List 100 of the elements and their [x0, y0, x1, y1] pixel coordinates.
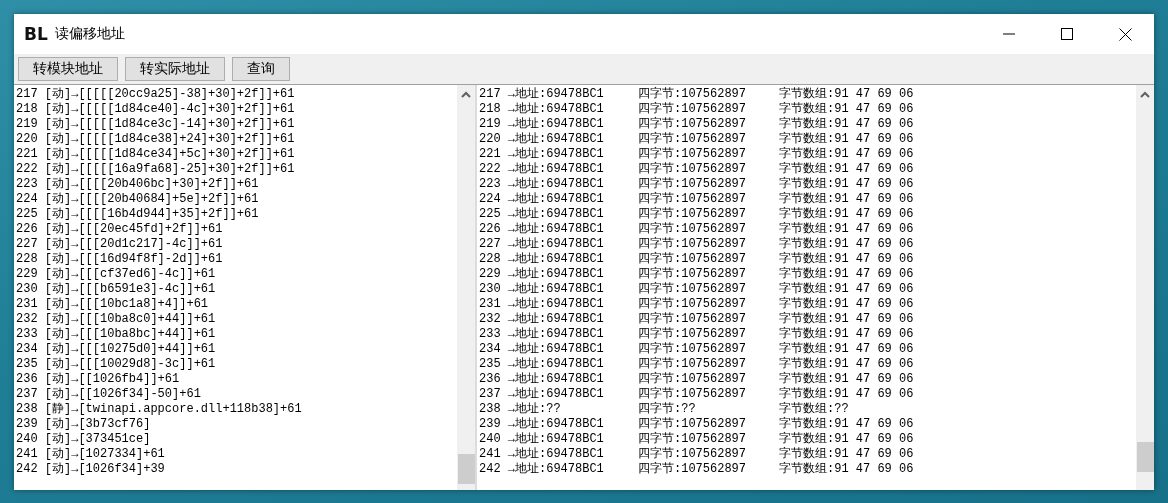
offset-row[interactable]: 235 [动]→[[[10029d8]-3c]]+61 — [16, 357, 457, 372]
dword-cell-text: 四字节:107562897 — [638, 222, 747, 237]
dword-cell-text: 四字节:107562897 — [638, 252, 747, 267]
offset-row[interactable]: 237 [动]→[[1026f34]-50]+61 — [16, 387, 457, 402]
scroll-thumb[interactable] — [1136, 442, 1154, 472]
byte-array-cell-text: 字节数组:91 47 69 06 — [779, 447, 915, 462]
offset-row[interactable]: 241 [动]→[1027334]+61 — [16, 447, 457, 462]
dword-cell-text: 四字节:107562897 — [638, 372, 747, 387]
address-cell-text: 222 →地址:69478BC1 — [479, 162, 605, 177]
dword-cell-text: 四字节:107562897 — [638, 207, 747, 222]
dword-cell-text: 四字节:107562897 — [638, 192, 747, 207]
offset-row[interactable]: 231 [动]→[[[10bc1a8]+4]]+61 — [16, 297, 457, 312]
byte-array-cell-text: 字节数组:91 47 69 06 — [779, 207, 915, 222]
offset-row[interactable]: 234 [动]→[[[10275d0]+44]]+61 — [16, 342, 457, 357]
offset-row[interactable]: 223 [动]→[[[[20b406bc]+30]+2f]]+61 — [16, 177, 457, 192]
address-cell-text: 234 →地址:69478BC1 — [479, 342, 605, 357]
offset-row[interactable]: 225 [动]→[[[[16b4d944]+35]+2f]]+61 — [16, 207, 457, 222]
address-cell-text: 230 →地址:69478BC1 — [479, 282, 605, 297]
address-cell-text: 218 →地址:69478BC1 — [479, 102, 605, 117]
byte-array-cell-text: 字节数组:91 47 69 06 — [779, 327, 915, 342]
dword-cell-text: 四字节:?? — [638, 402, 697, 417]
minimize-icon — [1003, 33, 1015, 35]
address-cell-text: 233 →地址:69478BC1 — [479, 327, 605, 342]
dword-cell-text: 四字节:107562897 — [638, 102, 747, 117]
offset-row[interactable]: 221 [动]→[[[[[1d84ce34]+5c]+30]+2f]]+61 — [16, 147, 457, 162]
address-cell-text: 219 →地址:69478BC1 — [479, 117, 605, 132]
byte-array-cell-text: 字节数组:91 47 69 06 — [779, 177, 915, 192]
address-cell-text: 229 →地址:69478BC1 — [479, 267, 605, 282]
address-cell-text: 220 →地址:69478BC1 — [479, 132, 605, 147]
byte-array-cell-text: 字节数组:91 47 69 06 — [779, 312, 915, 327]
offset-row[interactable]: 238 [静]→[twinapi.appcore.dll+118b38]+61 — [16, 402, 457, 417]
address-cell-text: 240 →地址:69478BC1 — [479, 432, 605, 447]
maximize-icon — [1061, 28, 1073, 40]
byte-array-cell-text: 字节数组:91 47 69 06 — [779, 117, 915, 132]
scrollbar[interactable] — [457, 85, 475, 490]
dword-cell-text: 四字节:107562897 — [638, 132, 747, 147]
app-logo: BL — [24, 24, 48, 44]
dword-cell-text: 四字节:107562897 — [638, 237, 747, 252]
toolbar-button[interactable]: 转实际地址 — [125, 57, 225, 81]
offset-row[interactable]: 222 [动]→[[[[[16a9fa68]-25]+30]+2f]]+61 — [16, 162, 457, 177]
dword-cell-text: 四字节:107562897 — [638, 447, 747, 462]
offset-row[interactable]: 240 [动]→[373451ce] — [16, 432, 457, 447]
address-cell-text: 225 →地址:69478BC1 — [479, 207, 605, 222]
offset-row[interactable]: 230 [动]→[[[b6591e3]-4c]]+61 — [16, 282, 457, 297]
offset-row[interactable]: 219 [动]→[[[[[1d84ce3c]-14]+30]+2f]]+61 — [16, 117, 457, 132]
offset-row[interactable]: 218 [动]→[[[[[1d84ce40]-4c]+30]+2f]]+61 — [16, 102, 457, 117]
address-cell-text: 231 →地址:69478BC1 — [479, 297, 605, 312]
byte-array-cell-text: 字节数组:91 47 69 06 — [779, 87, 915, 102]
offset-row[interactable]: 227 [动]→[[[20d1c217]-4c]]+61 — [16, 237, 457, 252]
toolbar-button[interactable]: 转模块地址 — [18, 57, 118, 81]
dword-cell-text: 四字节:107562897 — [638, 432, 747, 447]
address-cell-text: 227 →地址:69478BC1 — [479, 237, 605, 252]
dword-cell-text: 四字节:107562897 — [638, 282, 747, 297]
address-cell-text: 242 →地址:69478BC1 — [479, 462, 605, 477]
byte-array-cell-text: 字节数组:91 47 69 06 — [779, 237, 915, 252]
address-cell-text: 226 →地址:69478BC1 — [479, 222, 605, 237]
offset-row[interactable]: 242 [动]→[1026f34]+39 — [16, 462, 457, 477]
dword-cell-text: 四字节:107562897 — [638, 417, 747, 432]
address-cell-text: 223 →地址:69478BC1 — [479, 177, 605, 192]
byte-array-cell-text: 字节数组:91 47 69 06 — [779, 102, 915, 117]
offset-row[interactable]: 228 [动]→[[[16d94f8f]-2d]]+61 — [16, 252, 457, 267]
scroll-thumb[interactable] — [457, 454, 475, 484]
address-cell-text: 221 →地址:69478BC1 — [479, 147, 605, 162]
byte-array-cell-text: 字节数组:91 47 69 06 — [779, 147, 915, 162]
offset-row[interactable]: 232 [动]→[[[10ba8c0]+44]]+61 — [16, 312, 457, 327]
address-cell-text: 217 →地址:69478BC1 — [479, 87, 605, 102]
dword-cell-text: 四字节:107562897 — [638, 387, 747, 402]
offset-row[interactable]: 217 [动]→[[[[[20cc9a25]-38]+30]+2f]]+61 — [16, 87, 457, 102]
offset-row[interactable]: 224 [动]→[[[[20b40684]+5e]+2f]]+61 — [16, 192, 457, 207]
dword-cell-text: 四字节:107562897 — [638, 267, 747, 282]
address-cell-text: 241 →地址:69478BC1 — [479, 447, 605, 462]
address-cell-text: 238 →地址:?? — [479, 402, 562, 417]
offset-row[interactable]: 239 [动]→[3b73cf76] — [16, 417, 457, 432]
byte-array-cell-text: 字节数组:91 47 69 06 — [779, 417, 915, 432]
address-cell-text: 232 →地址:69478BC1 — [479, 312, 605, 327]
byte-array-cell-text: 字节数组:91 47 69 06 — [779, 342, 915, 357]
offset-row[interactable]: 220 [动]→[[[[[1d84ce38]+24]+30]+2f]]+61 — [16, 132, 457, 147]
byte-array-cell-text: 字节数组:91 47 69 06 — [779, 372, 915, 387]
offset-row[interactable]: 233 [动]→[[[10ba8bc]+44]]+61 — [16, 327, 457, 342]
dword-cell-text: 四字节:107562897 — [638, 87, 747, 102]
dword-cell-text: 四字节:107562897 — [638, 117, 747, 132]
address-cell-text: 237 →地址:69478BC1 — [479, 387, 605, 402]
dword-cell-text: 四字节:107562897 — [638, 342, 747, 357]
toolbar-button[interactable]: 查询 — [232, 57, 290, 81]
byte-array-cell-text: 字节数组:91 47 69 06 — [779, 192, 915, 207]
scrollbar[interactable] — [1136, 85, 1154, 490]
offset-row[interactable]: 226 [动]→[[[20ec45fd]+2f]]+61 — [16, 222, 457, 237]
offset-row[interactable]: 236 [动]→[[1026fb4]]+61 — [16, 372, 457, 387]
byte-array-cell-text: 字节数组:91 47 69 06 — [779, 132, 915, 147]
close-icon — [1118, 27, 1132, 41]
byte-array-cell-text: 字节数组:91 47 69 06 — [779, 297, 915, 312]
byte-array-cell-text: 字节数组:91 47 69 06 — [779, 387, 915, 402]
address-cell-text: 239 →地址:69478BC1 — [479, 417, 605, 432]
byte-array-cell-text: 字节数组:91 47 69 06 — [779, 462, 915, 477]
offset-row[interactable]: 229 [动]→[[[cf37ed6]-4c]]+61 — [16, 267, 457, 282]
address-cell-text: 224 →地址:69478BC1 — [479, 192, 605, 207]
window-title: 读偏移地址 — [54, 25, 126, 43]
byte-array-cell-text: 字节数组:91 47 69 06 — [779, 282, 915, 297]
dword-cell-text: 四字节:107562897 — [638, 312, 747, 327]
address-cell-text: 228 →地址:69478BC1 — [479, 252, 605, 267]
